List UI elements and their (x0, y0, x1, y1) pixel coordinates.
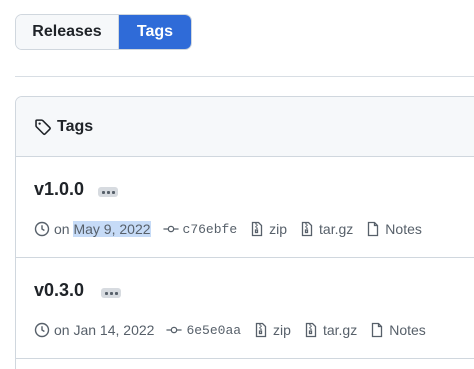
targz-download-link[interactable]: tar.gz (299, 221, 353, 237)
clock-icon (34, 322, 50, 338)
notes-link[interactable]: Notes (365, 221, 422, 237)
tag-meta: on Jan 14, 2022 6e5e0aa zip tar.gz Notes (34, 322, 426, 338)
date-prefix: on (54, 322, 70, 338)
tag-date: Jan 14, 2022 (73, 322, 155, 338)
commit-sha-link[interactable]: c76ebfe (183, 222, 238, 237)
file-zip-icon (253, 322, 269, 338)
file-icon (369, 322, 385, 338)
releases-tab[interactable]: Releases (16, 15, 119, 49)
tags-box-header: Tags (16, 97, 474, 157)
file-zip-icon (249, 221, 265, 237)
targz-label: tar.gz (319, 221, 354, 237)
ellipsis-button[interactable] (101, 288, 121, 298)
clock-icon (34, 221, 50, 237)
tag-name-link[interactable]: v0.3.0 (34, 280, 84, 301)
tags-tab[interactable]: Tags (119, 15, 191, 49)
zip-download-link[interactable]: zip (249, 221, 287, 237)
releases-tags-toggle: Releases Tags (15, 14, 192, 50)
zip-label: zip (273, 322, 291, 338)
zip-download-link[interactable]: zip (253, 322, 291, 338)
commit-icon (166, 322, 182, 338)
ellipsis-button[interactable] (98, 187, 118, 197)
tag-row: v0.3.0 on Jan 14, 2022 6e5e0aa zip tar.g… (16, 258, 474, 359)
tags-box-title: Tags (57, 117, 94, 135)
tag-name-link[interactable]: v1.0.0 (34, 179, 84, 200)
notes-link[interactable]: Notes (369, 322, 426, 338)
commit-icon (162, 221, 179, 237)
tags-box: Tags v1.0.0 on May 9, 2022 c76ebfe zip t… (15, 96, 474, 369)
notes-label: Notes (385, 221, 422, 237)
file-zip-icon (303, 322, 319, 338)
file-zip-icon (299, 221, 315, 237)
tag-meta: on May 9, 2022 c76ebfe zip tar.gz Notes (34, 221, 422, 237)
notes-label: Notes (389, 322, 426, 338)
tag-date: May 9, 2022 (73, 221, 151, 237)
tag-row: v1.0.0 on May 9, 2022 c76ebfe zip tar.gz… (16, 157, 474, 258)
targz-label: tar.gz (322, 322, 358, 338)
tag-icon (34, 118, 52, 136)
tags-page: Releases Tags Tags v1.0.0 on May 9, 2022… (0, 0, 474, 369)
zip-label: zip (269, 221, 288, 237)
targz-download-link[interactable]: tar.gz (303, 322, 357, 338)
date-prefix: on (54, 221, 70, 237)
commit-sha-link[interactable]: 6e5e0aa (186, 323, 241, 338)
divider (15, 76, 474, 77)
file-icon (365, 221, 381, 237)
